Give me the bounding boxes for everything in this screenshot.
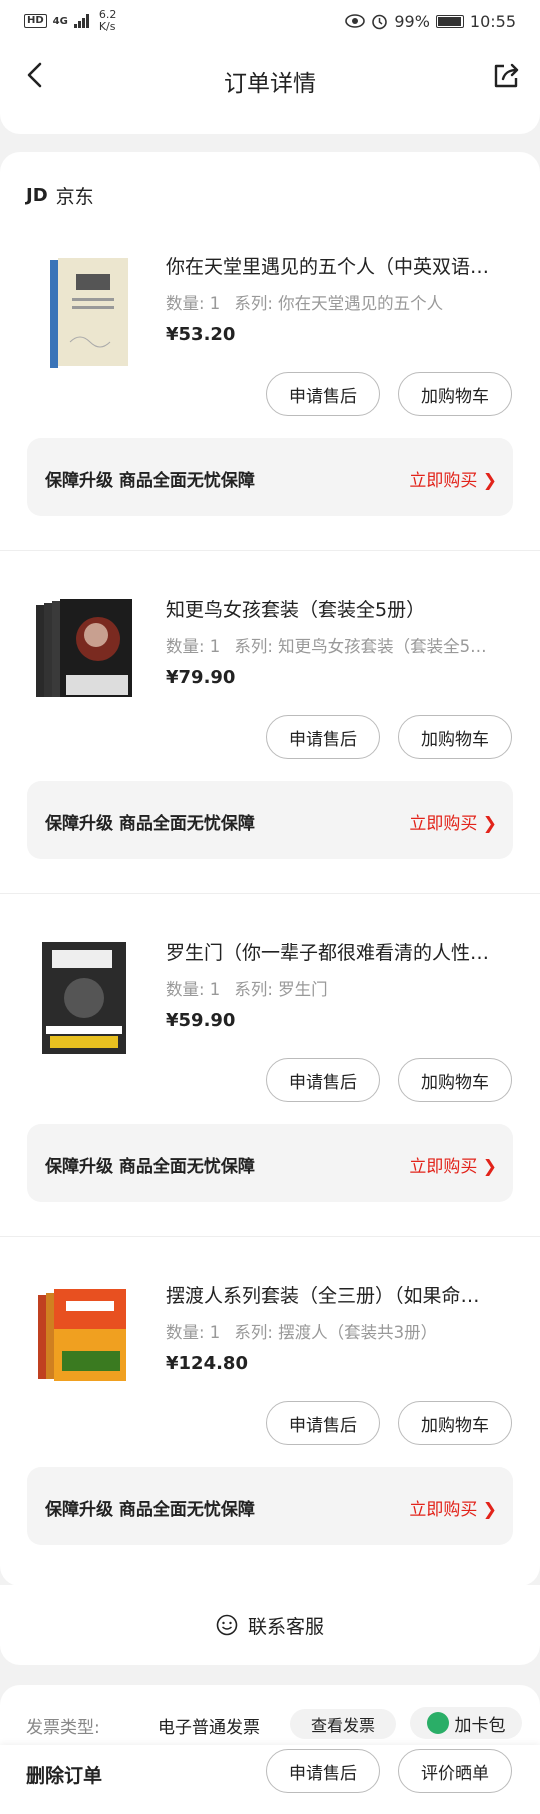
clock: 10:55 xyxy=(469,11,516,31)
book-cover-image[interactable] xyxy=(36,1281,136,1401)
store-header[interactable]: JD 京东 xyxy=(26,182,94,209)
protection-text: 保障升级 商品全面无忧保障 xyxy=(45,1157,255,1177)
product-quantity: 数量: 1 xyxy=(166,980,221,999)
divider xyxy=(0,893,540,894)
status-bar: HD 4G 6.2 K/s 99% 10:55 xyxy=(0,0,540,42)
product-quantity: 数量: 1 xyxy=(166,1323,221,1342)
invoice-type-label: 发票类型: xyxy=(26,1718,100,1738)
protection-upgrade-banner[interactable]: 保障升级 商品全面无忧保障 立即购买 ❯ xyxy=(27,1467,513,1545)
apply-after-sale-button[interactable]: 申请售后 xyxy=(266,372,380,416)
battery-percent: 99% xyxy=(394,11,430,31)
product-price: ¥59.90 xyxy=(166,1010,236,1031)
divider xyxy=(0,1236,540,1237)
bottom-after-sale-button[interactable]: 申请售后 xyxy=(266,1749,380,1793)
buy-now-link[interactable]: 立即购买 ❯ xyxy=(409,1495,497,1520)
product-quantity: 数量: 1 xyxy=(166,637,221,656)
add-to-cart-button[interactable]: 加购物车 xyxy=(398,715,512,759)
apply-after-sale-button[interactable]: 申请售后 xyxy=(266,1058,380,1102)
product-quantity: 数量: 1 xyxy=(166,294,221,313)
buy-now-link[interactable]: 立即购买 ❯ xyxy=(409,809,497,834)
product-price: ¥124.80 xyxy=(166,1353,248,1374)
product-spec: 数量: 1 系列: 罗生门 xyxy=(166,976,506,1000)
product-series: 系列: 摆渡人（套装共3册） xyxy=(234,1323,438,1342)
product-spec: 数量: 1 系列: 你在天堂遇见的五个人 xyxy=(166,290,506,314)
buy-now-link[interactable]: 立即购买 ❯ xyxy=(409,466,497,491)
add-to-cart-button[interactable]: 加购物车 xyxy=(398,1401,512,1445)
apply-after-sale-button[interactable]: 申请售后 xyxy=(266,1401,380,1445)
network-type: 4G xyxy=(52,15,68,27)
protection-upgrade-banner[interactable]: 保障升级 商品全面无忧保障 立即购买 ❯ xyxy=(27,438,513,516)
book-cover-image[interactable] xyxy=(36,938,136,1058)
product-price: ¥53.20 xyxy=(166,324,236,345)
view-invoice-button[interactable]: 查看发票 xyxy=(290,1709,396,1739)
product-series: 系列: 你在天堂遇见的五个人 xyxy=(234,294,444,313)
book-cover-image[interactable] xyxy=(36,252,136,372)
add-card-pack-label: 加卡包 xyxy=(454,1715,506,1736)
add-to-cart-button[interactable]: 加购物车 xyxy=(398,1058,512,1102)
review-share-button[interactable]: 评价晒单 xyxy=(398,1749,512,1793)
order-item: 罗生门（你一辈子都很难看清的人性… 数量: 1 系列: 罗生门 ¥59.90 申请… xyxy=(0,926,540,1269)
order-item: 摆渡人系列套装（全三册）（如果命… 数量: 1 系列: 摆渡人（套装共3册） ¥1… xyxy=(0,1269,540,1612)
order-card: JD 京东 你在天堂里遇见的五个人（中英双语… 数量: 1 系列: 你在天堂遇见的… xyxy=(0,152,540,1586)
bottom-action-bar: 删除订单 申请售后 评价晒单 xyxy=(0,1745,540,1814)
wechat-icon xyxy=(426,1712,449,1734)
product-name[interactable]: 你在天堂里遇见的五个人（中英双语… xyxy=(166,252,506,279)
apply-after-sale-button[interactable]: 申请售后 xyxy=(266,715,380,759)
order-item: 你在天堂里遇见的五个人（中英双语… 数量: 1 系列: 你在天堂遇见的五个人 ¥5… xyxy=(0,240,540,583)
product-name[interactable]: 摆渡人系列套装（全三册）（如果命… xyxy=(166,1281,506,1308)
product-spec: 数量: 1 系列: 知更鸟女孩套装（套装全5… xyxy=(166,633,506,657)
smile-icon xyxy=(216,1614,238,1636)
product-series: 系列: 罗生门 xyxy=(234,980,328,999)
book-cover-image[interactable] xyxy=(36,595,136,715)
order-item: 知更鸟女孩套装（套装全5册） 数量: 1 系列: 知更鸟女孩套装（套装全5… ¥7… xyxy=(0,583,540,926)
store-name: 京东 xyxy=(55,186,94,208)
protection-upgrade-banner[interactable]: 保障升级 商品全面无忧保障 立即购买 ❯ xyxy=(27,1124,513,1202)
invoice-type-value: 电子普通发票 xyxy=(158,1718,260,1738)
protection-text: 保障升级 商品全面无忧保障 xyxy=(45,1500,255,1520)
contact-service-button[interactable]: 联系客服 xyxy=(0,1585,540,1665)
invoice-row: 发票类型: 电子普通发票 查看发票 加卡包 xyxy=(0,1685,540,1745)
signal-icon xyxy=(73,14,89,28)
product-name[interactable]: 知更鸟女孩套装（套装全5册） xyxy=(166,595,506,622)
add-to-cart-button[interactable]: 加购物车 xyxy=(398,372,512,416)
battery-icon xyxy=(435,14,464,28)
divider xyxy=(0,550,540,551)
network-speed: 6.2 K/s xyxy=(98,8,117,33)
eye-icon xyxy=(345,14,366,28)
contact-service-label: 联系客服 xyxy=(247,1615,324,1638)
product-spec: 数量: 1 系列: 摆渡人（套装共3册） xyxy=(166,1319,506,1343)
product-series: 系列: 知更鸟女孩套装（套装全5… xyxy=(234,637,487,656)
jd-logo: JD xyxy=(26,185,48,206)
protection-text: 保障升级 商品全面无忧保障 xyxy=(45,814,255,834)
product-price: ¥79.90 xyxy=(166,667,236,688)
header: 订单详情 xyxy=(0,42,540,134)
protection-text: 保障升级 商品全面无忧保障 xyxy=(45,471,255,491)
alarm-icon xyxy=(372,14,388,29)
hd-badge: HD xyxy=(24,14,47,28)
product-name[interactable]: 罗生门（你一辈子都很难看清的人性… xyxy=(166,938,506,965)
buy-now-link[interactable]: 立即购买 ❯ xyxy=(409,1152,497,1177)
page-title: 订单详情 xyxy=(224,71,316,97)
add-card-pack-button[interactable]: 加卡包 xyxy=(410,1707,522,1739)
share-icon[interactable] xyxy=(490,60,522,92)
delete-order-button[interactable]: 删除订单 xyxy=(26,1761,102,1788)
protection-upgrade-banner[interactable]: 保障升级 商品全面无忧保障 立即购买 ❯ xyxy=(27,781,513,859)
